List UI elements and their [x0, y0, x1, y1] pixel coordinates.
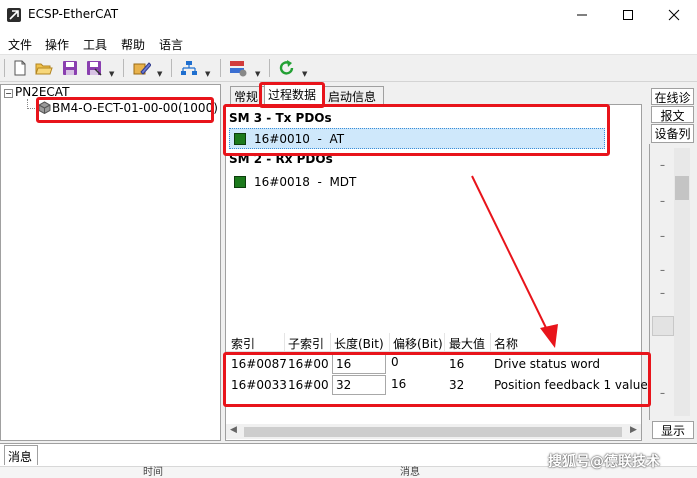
tree-device-node[interactable]: BM4-O-ECT-01-00-00(1000): [52, 101, 218, 115]
show-button[interactable]: 显示: [652, 421, 694, 439]
column-divider: [330, 333, 331, 351]
scroll-left-icon[interactable]: ◀: [230, 425, 237, 435]
pdo-status-icon: [234, 133, 246, 145]
open-folder-icon: [35, 63, 53, 75]
refresh-icon: [279, 60, 294, 75]
cell-max: 32: [449, 378, 465, 392]
pdo-status-icon: [234, 176, 246, 188]
pane-resize-handle[interactable]: [652, 316, 674, 336]
cell-name: Drive status word: [494, 357, 600, 371]
minimize-button[interactable]: [559, 0, 605, 30]
open-button[interactable]: [34, 58, 54, 78]
list-marker: –: [660, 196, 665, 207]
network-dropdown-arrow[interactable]: ▼: [205, 70, 210, 78]
toolbar: [0, 54, 697, 82]
list-marker: –: [660, 388, 665, 399]
menu-language[interactable]: 语言: [159, 36, 183, 53]
minimize-icon: [577, 14, 587, 16]
cell-offset: 0: [391, 355, 399, 369]
col-index[interactable]: 索引: [231, 335, 255, 352]
column-divider: [389, 333, 390, 351]
watermark: 搜狐号@德联技术: [548, 454, 660, 470]
toolbar-grip: [4, 59, 5, 77]
window-title: ECSP-EtherCAT: [28, 7, 119, 21]
vertical-scrollbar-thumb[interactable]: [675, 176, 689, 200]
tab-messages[interactable]: 消息: [4, 445, 38, 465]
cell-subindex: 16#00: [288, 378, 329, 392]
length-input[interactable]: 16: [332, 354, 386, 374]
close-button[interactable]: [651, 0, 697, 30]
tab-process-data[interactable]: 过程数据: [264, 84, 324, 105]
list-marker: –: [660, 265, 665, 276]
save-button[interactable]: [60, 58, 80, 78]
close-icon: [668, 9, 680, 21]
sm3-title: SM 3 - Tx PDOs: [229, 111, 332, 125]
pdo-item-label: 16#0018 - MDT: [254, 175, 357, 189]
network-scan-icon: [181, 61, 197, 75]
tab-online-diag[interactable]: 在线诊: [651, 88, 694, 105]
tab-general[interactable]: 常规: [230, 86, 266, 104]
refresh-button[interactable]: [277, 58, 297, 78]
cell-name: Position feedback 1 value: [494, 378, 648, 392]
sm2-title: SM 2 - Rx PDOs: [229, 152, 333, 166]
length-input[interactable]: 32: [332, 375, 386, 395]
col-length[interactable]: 长度(Bit): [334, 335, 384, 352]
device-icon: [38, 101, 51, 114]
maximize-icon: [623, 10, 633, 20]
cell-offset: 16: [391, 377, 407, 391]
save-as-button[interactable]: [84, 58, 104, 78]
menu-file[interactable]: 文件: [8, 36, 32, 53]
save-icon: [63, 61, 77, 75]
pdo-item-label: 16#0010 - AT: [254, 132, 345, 146]
edit-icon: [133, 62, 151, 75]
toolbar-separator: [220, 59, 221, 77]
cell-index: 16#0087: [231, 357, 287, 371]
list-marker: –: [660, 288, 665, 299]
save-dropdown-arrow[interactable]: ▼: [109, 70, 114, 78]
column-divider: [284, 333, 285, 351]
tab-telegram[interactable]: 报文: [651, 106, 694, 123]
annotation-arrow: [471, 175, 558, 348]
menu-operation[interactable]: 操作: [45, 36, 69, 53]
col-offset[interactable]: 偏移(Bit): [393, 335, 443, 352]
new-file-icon: [14, 60, 26, 76]
cell-index: 16#0033: [231, 378, 287, 392]
config-button[interactable]: [228, 58, 248, 78]
edit-button[interactable]: [132, 58, 152, 78]
tab-startup-info[interactable]: 启动信息: [324, 86, 384, 104]
app-icon: [7, 8, 21, 22]
config-dropdown-arrow[interactable]: ▼: [255, 70, 260, 78]
menu-help[interactable]: 帮助: [121, 36, 145, 53]
maximize-button[interactable]: [605, 0, 651, 30]
scrollbar-thumb[interactable]: [244, 427, 622, 437]
refresh-dropdown-arrow[interactable]: ▼: [302, 70, 307, 78]
pdo-item-at[interactable]: 16#0010 - AT: [234, 129, 344, 149]
cell-subindex: 16#00: [288, 357, 329, 371]
edit-dropdown-arrow[interactable]: ▼: [157, 70, 162, 78]
column-divider: [444, 333, 445, 351]
tree-collapse-toggle[interactable]: −: [4, 89, 13, 98]
tree-connector-line: [27, 108, 37, 109]
tree-root-node[interactable]: PN2ECAT: [15, 85, 69, 99]
col-time[interactable]: 时间: [143, 467, 163, 478]
new-file-button[interactable]: [10, 58, 30, 78]
toolbar-separator: [123, 59, 124, 77]
pdo-item-mdt[interactable]: 16#0018 - MDT: [234, 172, 356, 192]
list-marker: –: [660, 160, 665, 171]
save-as-icon: [87, 61, 102, 76]
tab-device-list[interactable]: 设备列: [651, 124, 694, 143]
config-icon: [230, 61, 247, 77]
menu-tools[interactable]: 工具: [83, 36, 107, 53]
col-subindex[interactable]: 子索引: [288, 335, 324, 352]
cell-max: 16: [449, 357, 465, 371]
scroll-right-icon[interactable]: ▶: [630, 425, 637, 435]
toolbar-separator: [269, 59, 270, 77]
network-scan-button[interactable]: [179, 58, 199, 78]
col-message[interactable]: 消息: [400, 467, 420, 478]
toolbar-separator: [171, 59, 172, 77]
device-tree-panel: [0, 84, 221, 441]
list-marker: –: [660, 231, 665, 242]
